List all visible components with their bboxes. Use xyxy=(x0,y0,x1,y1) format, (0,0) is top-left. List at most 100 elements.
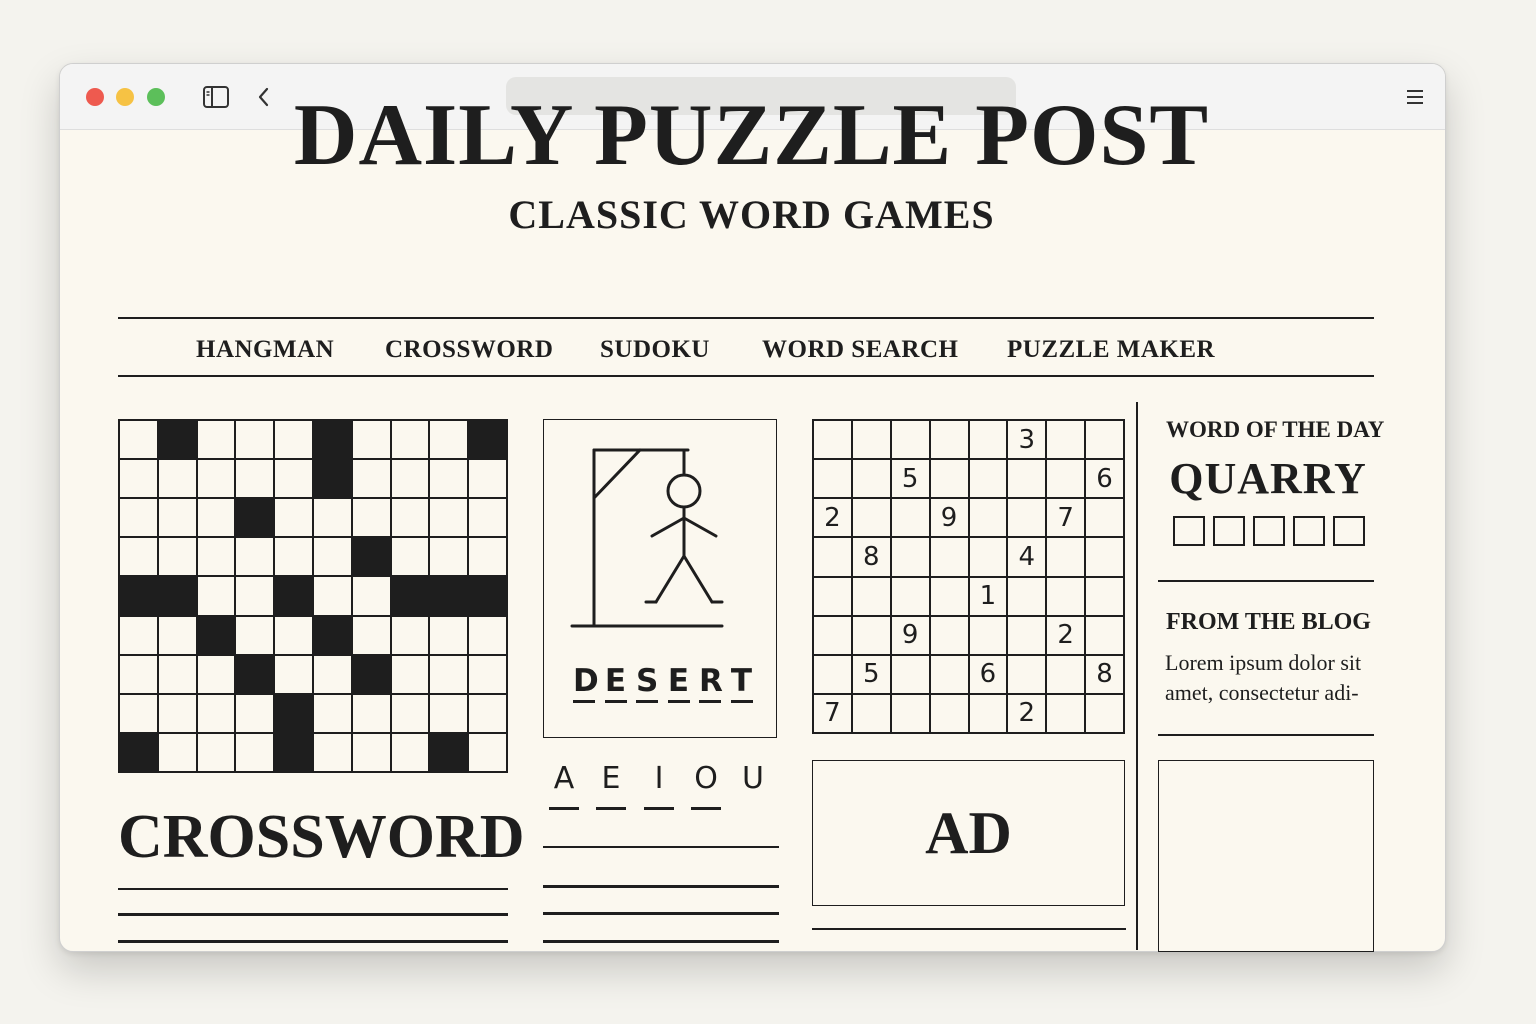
crossword-cell[interactable] xyxy=(157,654,197,694)
crossword-cell[interactable] xyxy=(119,459,158,499)
sudoku-cell[interactable] xyxy=(1085,615,1124,655)
crossword-cell[interactable] xyxy=(235,420,275,460)
sudoku-cell[interactable] xyxy=(929,537,969,577)
crossword-cell[interactable] xyxy=(196,732,236,772)
crossword-cell[interactable] xyxy=(468,615,507,655)
crossword-cell[interactable] xyxy=(196,576,236,616)
crossword-cell[interactable] xyxy=(390,420,430,460)
crossword-cell[interactable] xyxy=(351,459,391,499)
sudoku-cell[interactable] xyxy=(851,576,891,616)
crossword-cell[interactable] xyxy=(429,615,469,655)
crossword-cell[interactable] xyxy=(157,732,197,772)
sudoku-cell[interactable] xyxy=(1046,459,1086,499)
crossword-cell[interactable] xyxy=(196,537,236,577)
sudoku-cell[interactable] xyxy=(929,420,969,460)
sudoku-cell[interactable] xyxy=(813,459,852,499)
sudoku-cell[interactable] xyxy=(851,459,891,499)
crossword-cell[interactable] xyxy=(157,498,197,538)
sudoku-cell[interactable] xyxy=(1046,537,1086,577)
sudoku-cell[interactable] xyxy=(968,459,1008,499)
sudoku-cell[interactable] xyxy=(813,654,852,694)
crossword-cell[interactable] xyxy=(235,615,275,655)
nav-puzzle-maker[interactable]: PUZZLE MAKER xyxy=(1007,337,1215,362)
crossword-cell[interactable] xyxy=(157,615,197,655)
crossword-cell[interactable] xyxy=(312,654,352,694)
crossword-cell[interactable] xyxy=(351,732,391,772)
sudoku-cell[interactable] xyxy=(968,498,1008,538)
nav-sudoku[interactable]: SUDOKU xyxy=(600,337,710,362)
word-of-the-day-letter-box[interactable] xyxy=(1253,516,1285,546)
sudoku-cell[interactable] xyxy=(1085,420,1124,460)
sudoku-cell[interactable] xyxy=(1007,654,1047,694)
crossword-cell[interactable] xyxy=(196,693,236,733)
blog-label[interactable]: FROM THE BLOG xyxy=(1166,610,1371,634)
sudoku-cell[interactable] xyxy=(1046,420,1086,460)
crossword-cell[interactable] xyxy=(274,615,313,655)
sudoku-cell[interactable] xyxy=(851,693,891,733)
sudoku-cell[interactable] xyxy=(929,459,969,499)
sudoku-cell[interactable] xyxy=(1007,576,1047,616)
crossword-cell[interactable] xyxy=(274,498,313,538)
crossword-cell[interactable] xyxy=(312,693,352,733)
crossword-cell[interactable] xyxy=(274,654,313,694)
nav-hangman[interactable]: HANGMAN xyxy=(196,337,334,362)
crossword-cell[interactable] xyxy=(235,537,275,577)
sudoku-cell[interactable] xyxy=(968,615,1008,655)
sudoku-cell[interactable] xyxy=(929,576,969,616)
crossword-title[interactable]: CROSSWORD xyxy=(118,806,525,868)
crossword-cell[interactable] xyxy=(390,654,430,694)
crossword-cell[interactable] xyxy=(351,420,391,460)
crossword-cell[interactable] xyxy=(157,537,197,577)
crossword-cell[interactable] xyxy=(351,576,391,616)
crossword-cell[interactable] xyxy=(196,420,236,460)
sudoku-cell[interactable] xyxy=(929,654,969,694)
crossword-cell[interactable] xyxy=(312,732,352,772)
crossword-cell[interactable] xyxy=(119,498,158,538)
sudoku-cell[interactable] xyxy=(929,693,969,733)
crossword-cell[interactable] xyxy=(119,615,158,655)
crossword-cell[interactable] xyxy=(119,420,158,460)
sudoku-cell[interactable] xyxy=(968,693,1008,733)
vowel-o-button[interactable]: O xyxy=(691,764,721,794)
word-of-the-day-letter-box[interactable] xyxy=(1333,516,1365,546)
blog-excerpt[interactable]: Lorem ipsum dolor sit amet, consectetur … xyxy=(1165,648,1385,708)
crossword-cell[interactable] xyxy=(429,654,469,694)
word-of-the-day-letter-box[interactable] xyxy=(1293,516,1325,546)
sudoku-cell[interactable] xyxy=(851,420,891,460)
sudoku-cell[interactable] xyxy=(890,537,930,577)
crossword-cell[interactable] xyxy=(235,459,275,499)
sudoku-cell[interactable] xyxy=(1085,693,1124,733)
sudoku-cell[interactable] xyxy=(968,420,1008,460)
sudoku-grid[interactable]: 3562978419256872 xyxy=(812,419,1125,734)
sudoku-cell[interactable] xyxy=(1046,693,1086,733)
word-of-the-day-letter-box[interactable] xyxy=(1173,516,1205,546)
crossword-cell[interactable] xyxy=(468,693,507,733)
sudoku-cell[interactable] xyxy=(929,615,969,655)
sudoku-cell[interactable] xyxy=(1046,654,1086,694)
crossword-cell[interactable] xyxy=(468,498,507,538)
sudoku-cell[interactable] xyxy=(890,498,930,538)
nav-word-search[interactable]: WORD SEARCH xyxy=(762,337,959,362)
crossword-cell[interactable] xyxy=(351,615,391,655)
crossword-cell[interactable] xyxy=(429,537,469,577)
vowel-i-button[interactable]: I xyxy=(644,764,674,794)
crossword-cell[interactable] xyxy=(274,459,313,499)
sudoku-cell[interactable] xyxy=(813,576,852,616)
crossword-cell[interactable] xyxy=(119,537,158,577)
crossword-cell[interactable] xyxy=(390,459,430,499)
crossword-cell[interactable] xyxy=(119,693,158,733)
crossword-cell[interactable] xyxy=(429,420,469,460)
sudoku-cell[interactable] xyxy=(1046,576,1086,616)
crossword-cell[interactable] xyxy=(235,693,275,733)
sudoku-cell[interactable] xyxy=(1007,498,1047,538)
sudoku-cell[interactable] xyxy=(890,654,930,694)
crossword-cell[interactable] xyxy=(468,732,507,772)
crossword-cell[interactable] xyxy=(468,654,507,694)
crossword-cell[interactable] xyxy=(196,654,236,694)
crossword-cell[interactable] xyxy=(468,459,507,499)
crossword-cell[interactable] xyxy=(390,693,430,733)
sudoku-cell[interactable] xyxy=(968,537,1008,577)
sudoku-cell[interactable] xyxy=(890,420,930,460)
crossword-cell[interactable] xyxy=(157,459,197,499)
sudoku-cell[interactable] xyxy=(1085,498,1124,538)
